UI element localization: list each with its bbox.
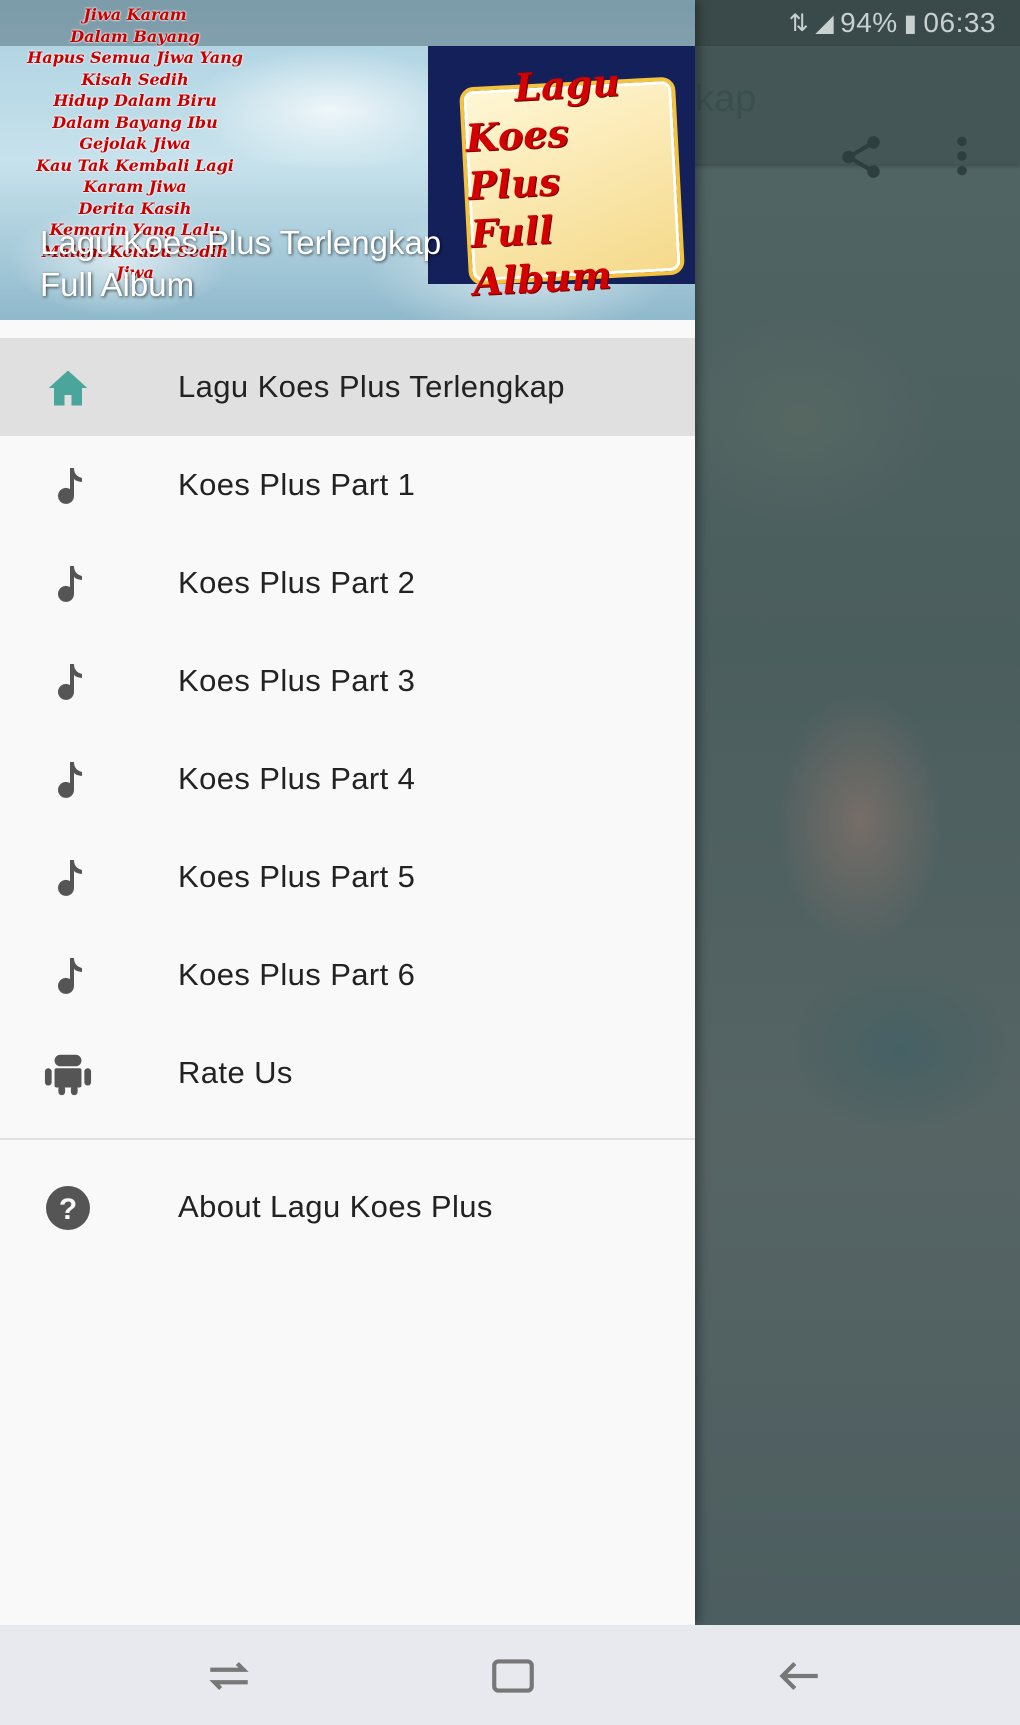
menu-item-part-6[interactable]: Koes Plus Part 6 [0,926,695,1024]
navigation-drawer: Jiwa Karam Dalam Bayang Hapus Semua Jiwa Y… [0,0,695,1625]
menu-item-label: Koes Plus Part 1 [178,467,416,502]
music-note-icon [42,852,94,904]
home-button-icon[interactable] [488,1651,538,1701]
svg-text:?: ? [59,1193,77,1226]
home-icon [42,362,94,414]
menu-item-label: Koes Plus Part 6 [178,957,416,992]
android-icon [42,1048,94,1100]
music-note-icon [42,460,94,512]
music-note-icon [42,754,94,806]
menu-item-part-5[interactable]: Koes Plus Part 5 [0,828,695,926]
drawer-title-line1: Lagu Koes Plus Terlengkap [40,224,442,261]
drawer-header: Jiwa Karam Dalam Bayang Hapus Semua Jiwa Y… [0,0,695,320]
album-art-line2: Koes Plus [464,110,570,209]
drawer-header-title: Lagu Koes Plus Terlengkap Full Album [40,222,660,306]
menu-item-part-1[interactable]: Koes Plus Part 1 [0,436,695,534]
wifi-icon: ⇅ [788,9,810,37]
clock: 06:33 [923,7,996,38]
menu-divider [0,1138,695,1140]
battery-percent: 94% [840,7,898,38]
menu-item-part-2[interactable]: Koes Plus Part 2 [0,534,695,632]
menu-item-part-4[interactable]: Koes Plus Part 4 [0,730,695,828]
drawer-title-line2: Full Album [40,266,195,303]
menu-item-label: Koes Plus Part 4 [178,761,416,796]
system-navigation-bar [0,1625,1020,1725]
menu-item-label: Koes Plus Part 5 [178,859,416,894]
menu-item-label: Lagu Koes Plus Terlengkap [178,369,565,404]
menu-item-home[interactable]: Lagu Koes Plus Terlengkap [0,338,695,436]
music-note-icon [42,558,94,610]
music-note-icon [42,656,94,708]
menu-item-label: Koes Plus Part 3 [178,663,416,698]
toolbar-title: kap [695,78,757,120]
more-vert-icon[interactable] [952,134,972,178]
menu-item-rate-us[interactable]: Rate Us [0,1024,695,1122]
music-note-icon [42,950,94,1002]
share-icon[interactable] [836,132,886,182]
signal-icon: ◢ [815,9,835,37]
drawer-menu: Lagu Koes Plus Terlengkap Koes Plus Part… [0,338,695,1122]
album-art-line1: Lagu [513,59,621,110]
help-icon: ? [42,1182,94,1234]
recents-icon[interactable] [204,1651,254,1701]
menu-item-label: Koes Plus Part 2 [178,565,416,600]
menu-item-part-3[interactable]: Koes Plus Part 3 [0,632,695,730]
status-indicators: ⇅ ◢ 94% ▮ 06:33 [789,6,996,40]
menu-item-about[interactable]: ? About Lagu Koes Plus [0,1158,695,1256]
menu-item-label: Rate Us [178,1055,293,1090]
back-icon[interactable] [774,1651,824,1701]
battery-icon: ▮ [903,9,918,37]
menu-item-label: About Lagu Koes Plus [178,1189,493,1224]
